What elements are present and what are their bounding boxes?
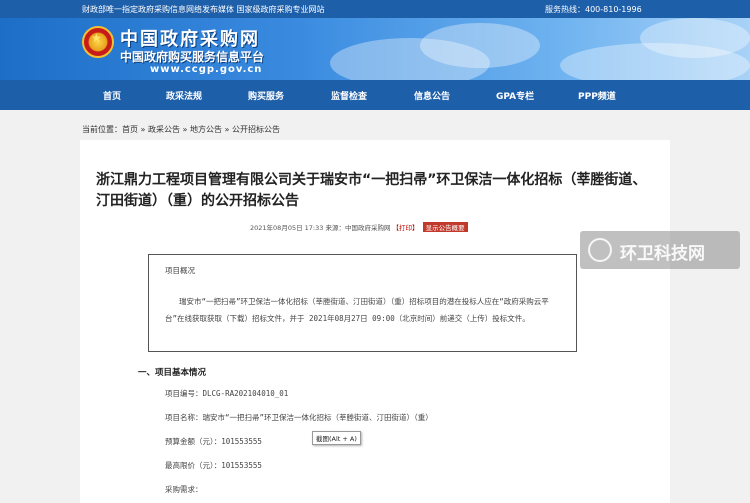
breadcrumb-separator: »	[221, 125, 232, 134]
overview-heading: 项目概况	[165, 266, 195, 275]
article-title: 浙江鼎力工程项目管理有限公司关于瑞安市“一把扫帚”环卫保洁一体化招标（莘塍街道、…	[96, 172, 647, 209]
national-emblem-icon: ★	[82, 26, 114, 58]
section-title-basic-info: 一、项目基本情况	[138, 368, 207, 378]
nav-item-home[interactable]: 首页	[103, 89, 121, 102]
watermark-text: 环卫科技网	[620, 244, 705, 264]
publish-date: 2021年08月05日 17:33	[250, 224, 324, 232]
site-banner: ★ 中国政府采购网 中国政府购买服务信息平台 www.ccgp.gov.cn	[0, 18, 750, 80]
nav-item-ppp[interactable]: PPP频道	[578, 89, 616, 102]
article-panel: 浙江鼎力工程项目管理有限公司关于瑞安市“一把扫帚”环卫保洁一体化招标（莘塍街道、…	[80, 140, 670, 503]
top-info-bar: 财政部唯一指定政府采购信息网络发布媒体 国家级政府采购专业网站 服务热线：400…	[0, 0, 750, 18]
nav-item-purchase-services[interactable]: 购买服务	[248, 89, 284, 102]
article-meta: 2021年08月05日 17:33 来源：中国政府采购网 【打印】 显示公告概要	[250, 222, 468, 232]
nav-item-announcements[interactable]: 信息公告	[414, 89, 450, 102]
watermark-logo-icon	[588, 238, 612, 262]
project-name: 项目名称：瑞安市“一把扫帚”环卫保洁一体化招标（莘塍街道、汀田街道）（重）	[165, 413, 433, 422]
breadcrumb-item-local[interactable]: 地方公告	[190, 125, 222, 134]
watermark: 环卫科技网	[580, 231, 740, 269]
print-link[interactable]: 【打印】	[393, 224, 419, 232]
procurement-demand: 采购需求：	[165, 485, 203, 494]
screenshot-tooltip: 截图(Alt + A)	[312, 431, 361, 445]
nav-item-gpa[interactable]: GPA专栏	[496, 89, 534, 102]
main-nav: 首页 政采法规 购买服务 监督检查 信息公告 GPA专栏 PPP频道	[0, 80, 750, 110]
breadcrumb-item-announcements[interactable]: 政采公告	[148, 125, 180, 134]
overview-box: 项目概况 瑞安市“一把扫帚”环卫保洁一体化招标（莘塍街道、汀田街道）（重）招标项…	[148, 254, 577, 352]
project-number: 项目编号：DLCG-RA202104010_01	[165, 389, 289, 398]
site-logo-subtitle: 中国政府购买服务信息平台	[120, 50, 265, 64]
show-summary-button[interactable]: 显示公告概要	[422, 222, 468, 232]
breadcrumb-item-open-tender[interactable]: 公开招标公告	[232, 125, 280, 134]
breadcrumb-item-home[interactable]: 首页	[122, 125, 138, 134]
max-price: 最高限价（元）：101553555	[165, 461, 262, 470]
breadcrumb-separator: »	[179, 125, 190, 134]
service-hotline: 服务热线：400-810-1996	[545, 5, 642, 14]
article-source: 来源：中国政府采购网	[325, 224, 391, 232]
site-url: www.ccgp.gov.cn	[150, 64, 263, 75]
nav-item-supervision[interactable]: 监督检查	[331, 89, 367, 102]
breadcrumb-separator: »	[138, 125, 148, 134]
top-slogan: 财政部唯一指定政府采购信息网络发布媒体 国家级政府采购专业网站	[82, 5, 325, 14]
budget-amount: 预算金额（元）：101553555	[165, 437, 262, 446]
breadcrumb-prefix: 当前位置：	[82, 125, 122, 134]
overview-text: 瑞安市“一把扫帚”环卫保洁一体化招标（莘塍街道、汀田街道）（重）招标项目的潜在投…	[165, 297, 549, 323]
nav-item-regulations[interactable]: 政采法规	[166, 89, 202, 102]
breadcrumb: 当前位置：首页 » 政采公告 » 地方公告 » 公开招标公告	[82, 124, 280, 135]
